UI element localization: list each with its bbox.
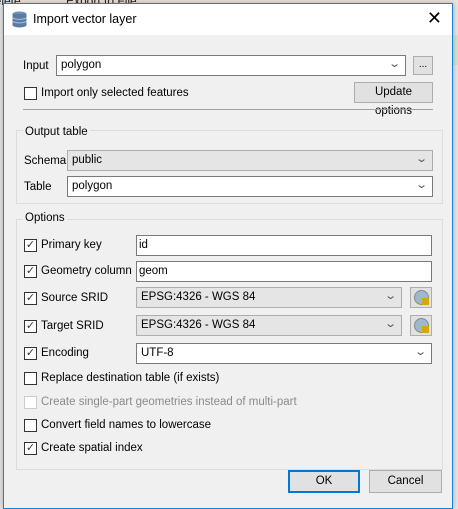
update-options-button[interactable]: Update options [354,82,433,117]
browse-button[interactable]: ... [413,56,433,75]
pencil-icon [422,326,429,333]
import-only-selected-checkbox[interactable] [24,87,37,100]
table-label: Table [24,181,52,193]
single-part-checkbox[interactable] [24,396,37,409]
source-srid-combo[interactable]: EPSG:4326 - WGS 84 ⌄ [136,287,402,308]
target-srid-checkbox[interactable]: ✓ [24,320,37,333]
encoding-value: UTF-8 [141,347,174,359]
title-bar[interactable]: Import vector layer ✕ [4,4,452,35]
lowercase-checkbox[interactable] [24,419,37,432]
replace-table-checkbox[interactable] [24,372,37,385]
lowercase-label: Convert field names to lowercase [41,419,212,431]
chevron-down-icon: ⌄ [414,179,428,191]
background-panel [453,35,458,65]
input-layer-value: polygon [61,59,102,71]
spatial-index-label: Create spatial index [41,442,143,454]
input-layer-combo[interactable]: polygon ⌄ [56,55,406,76]
target-srid-value: EPSG:4326 - WGS 84 [141,319,256,331]
schema-combo[interactable]: public ⌄ [67,150,433,171]
target-srid-combo[interactable]: EPSG:4326 - WGS 84 ⌄ [136,315,402,336]
source-crs-select-button[interactable] [410,287,432,308]
dialog-title: Import vector layer [33,12,137,26]
chevron-down-icon: ⌄ [383,318,397,330]
table-combo[interactable]: polygon ⌄ [67,176,433,197]
table-value: polygon [72,180,113,192]
target-srid-label: Target SRID [41,320,104,332]
import-only-selected-label: Import only selected features [41,87,189,99]
primary-key-checkbox[interactable]: ✓ [24,239,37,252]
ok-button[interactable]: OK [288,470,360,493]
chevron-down-icon: ⌄ [413,346,427,358]
replace-table-label: Replace destination table (if exists) [41,372,220,384]
chevron-down-icon: ⌄ [414,153,428,165]
geometry-column-label: Geometry column [41,265,132,277]
pencil-icon [422,298,429,305]
import-vector-layer-dialog: Import vector layer ✕ Input polygon ⌄ ...… [3,3,453,509]
chevron-down-icon: ⌄ [387,58,401,70]
encoding-combo[interactable]: UTF-8 ⌄ [136,343,432,364]
source-srid-checkbox[interactable]: ✓ [24,292,37,305]
close-icon[interactable]: ✕ [427,8,442,29]
schema-value: public [72,154,103,166]
target-crs-select-button[interactable] [410,315,432,336]
primary-key-input[interactable]: id [136,235,432,256]
encoding-label: Encoding [41,347,89,359]
geometry-column-input[interactable]: geom [136,261,432,282]
source-srid-label: Source SRID [41,292,109,304]
encoding-checkbox[interactable]: ✓ [24,347,37,360]
single-part-label: Create single-part geometries instead of… [41,396,297,408]
geometry-column-checkbox[interactable]: ✓ [24,265,37,278]
schema-label: Schema [24,155,67,167]
input-label: Input [23,60,49,72]
output-table-title: Output table [23,126,90,138]
separator [23,109,433,110]
chevron-down-icon: ⌄ [383,290,397,302]
options-title: Options [23,212,67,224]
spatial-index-checkbox[interactable]: ✓ [24,442,37,455]
source-srid-value: EPSG:4326 - WGS 84 [141,291,256,303]
cancel-button[interactable]: Cancel [369,470,442,493]
primary-key-label: Primary key [41,239,102,251]
database-icon [12,11,27,28]
